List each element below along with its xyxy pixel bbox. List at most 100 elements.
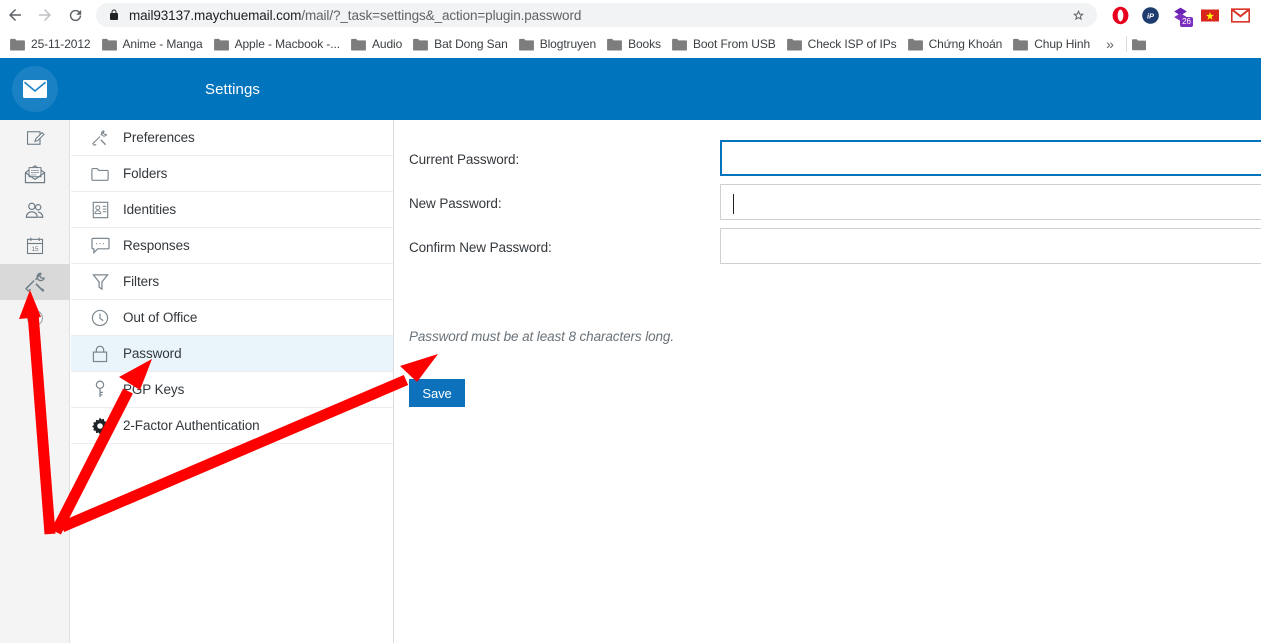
bookmark-label: Chup Hinh	[1034, 37, 1091, 51]
mail-icon	[24, 165, 46, 184]
bookmark-item[interactable]: Check ISP of IPs	[783, 33, 904, 55]
settings-menu: Preferences Folders Identities Responses…	[71, 120, 394, 643]
bookmark-label: Anime - Manga	[122, 37, 203, 51]
extension-badge: 26	[1180, 17, 1193, 27]
bookmark-item[interactable]: Audio	[347, 33, 409, 55]
bookmark-item[interactable]: Bat Dong San	[409, 33, 515, 55]
settings-item-filters[interactable]: Filters	[71, 264, 393, 300]
settings-item-label: Password	[123, 346, 182, 361]
rail-item-calendar[interactable]: 15	[0, 228, 70, 264]
ip-extension-icon[interactable]: iP	[1135, 1, 1165, 29]
bookmark-label: Apple - Macbook -...	[234, 37, 340, 51]
settings-item-out-of-office[interactable]: Out of Office	[71, 300, 393, 336]
rail-item-mail[interactable]	[0, 156, 70, 192]
settings-item-label: Responses	[123, 238, 190, 253]
reload-button[interactable]	[60, 1, 90, 29]
bookmark-item[interactable]: Chứng Khoán	[904, 33, 1010, 55]
forward-button[interactable]	[30, 1, 60, 29]
about-icon: i	[26, 309, 44, 327]
settings-item-label: Folders	[123, 166, 168, 181]
bookmark-item[interactable]: Boot From USB	[668, 33, 783, 55]
folder-icon	[786, 36, 803, 52]
settings-item-label: 2-Factor Authentication	[123, 418, 260, 433]
folder-icon	[907, 36, 924, 52]
folder-icon	[1132, 38, 1147, 50]
address-bar[interactable]: mail93137.maychuemail.com/mail/?_task=se…	[96, 3, 1097, 27]
clock-icon	[89, 307, 111, 329]
settings-item-responses[interactable]: Responses	[71, 228, 393, 264]
rail-item-settings[interactable]	[0, 264, 70, 300]
id-card-icon	[89, 199, 111, 221]
new-password-input[interactable]	[720, 184, 1261, 220]
settings-icon	[25, 272, 46, 292]
folder-icon	[1013, 36, 1029, 52]
calendar-icon: 15	[26, 237, 44, 255]
current-password-input[interactable]	[720, 140, 1261, 176]
contacts-icon	[25, 202, 44, 218]
vietnam-flag-icon[interactable]	[1195, 1, 1225, 29]
settings-item-2fa[interactable]: 2-Factor Authentication	[71, 408, 393, 444]
folder-icon	[351, 36, 367, 52]
bookmark-label: Bat Dong San	[434, 37, 508, 51]
bookmark-item[interactable]: Chup Hinh	[1009, 33, 1097, 55]
funnel-icon	[89, 271, 111, 293]
text-caret	[733, 194, 734, 214]
lock-icon	[89, 343, 111, 365]
opera-extension-icon[interactable]	[1105, 1, 1135, 29]
rail-item-about[interactable]: i	[0, 300, 70, 336]
svg-text:15: 15	[32, 246, 39, 253]
back-button[interactable]	[0, 1, 30, 29]
bookmark-item[interactable]: Apple - Macbook -...	[210, 33, 347, 55]
arrow-left-icon	[9, 9, 21, 21]
settings-item-pgp-keys[interactable]: PGP Keys	[71, 372, 393, 408]
extension-icons: iP 26	[1105, 1, 1261, 29]
gmail-extension-icon[interactable]	[1225, 1, 1255, 29]
settings-item-folders[interactable]: Folders	[71, 156, 393, 192]
rail-item-compose[interactable]	[0, 120, 70, 156]
bookmark-item[interactable]: 25-11-2012	[6, 33, 98, 55]
lock-icon	[108, 8, 120, 22]
folder-icon	[607, 36, 623, 52]
rail-item-contacts[interactable]	[0, 192, 70, 228]
page-title: Settings	[205, 80, 260, 98]
app-icon-rail: 15 i	[0, 120, 70, 643]
bookmark-item[interactable]: Books	[603, 33, 668, 55]
bookmark-label: Books	[628, 37, 661, 51]
folder-icon	[10, 36, 26, 52]
bookmark-item[interactable]: Blogtruyen	[515, 33, 603, 55]
purple-extension-icon[interactable]: 26	[1165, 1, 1195, 29]
browser-toolbar: mail93137.maychuemail.com/mail/?_task=se…	[0, 0, 1261, 30]
new-password-label: New Password:	[409, 196, 502, 211]
form-row-confirm-password: Confirm New Password:	[395, 228, 1261, 272]
bookmark-label: Chứng Khoán	[928, 37, 1003, 51]
reload-icon	[69, 9, 81, 21]
settings-item-label: Filters	[123, 274, 160, 289]
confirm-password-label: Confirm New Password:	[409, 240, 552, 255]
bookmarks-overflow-button[interactable]: »	[1099, 33, 1121, 55]
bookmark-label: Audio	[371, 37, 403, 51]
settings-item-preferences[interactable]: Preferences	[71, 120, 393, 156]
compose-icon	[26, 131, 45, 145]
url-host: mail93137.maychuemail.com	[129, 7, 302, 23]
bookmark-label: Check ISP of IPs	[807, 37, 897, 51]
save-button[interactable]: Save	[409, 379, 465, 407]
settings-item-label: PGP Keys	[123, 382, 185, 397]
settings-item-password[interactable]: Password	[71, 336, 393, 372]
bookmark-item[interactable]: Anime - Manga	[98, 33, 210, 55]
form-row-new-password: New Password:	[395, 184, 1261, 228]
bookmark-item-partial[interactable]	[1132, 36, 1147, 52]
app-header: Settings	[0, 58, 1261, 120]
folder-icon	[672, 36, 688, 52]
app-logo[interactable]	[0, 58, 70, 120]
folder-icon	[89, 163, 111, 185]
logo-circle	[12, 66, 58, 112]
confirm-password-input[interactable]	[720, 228, 1261, 264]
comment-icon	[89, 235, 111, 257]
bookmarks-bar: 25-11-2012 Anime - Manga Apple - Macbook…	[0, 30, 1261, 58]
form-row-current-password: Current Password:	[395, 140, 1261, 184]
settings-item-identities[interactable]: Identities	[71, 192, 393, 228]
tools-icon	[89, 127, 111, 149]
folder-icon	[213, 36, 230, 52]
svg-text:iP: iP	[1146, 11, 1154, 20]
bookmark-star-button[interactable]	[1067, 4, 1089, 26]
